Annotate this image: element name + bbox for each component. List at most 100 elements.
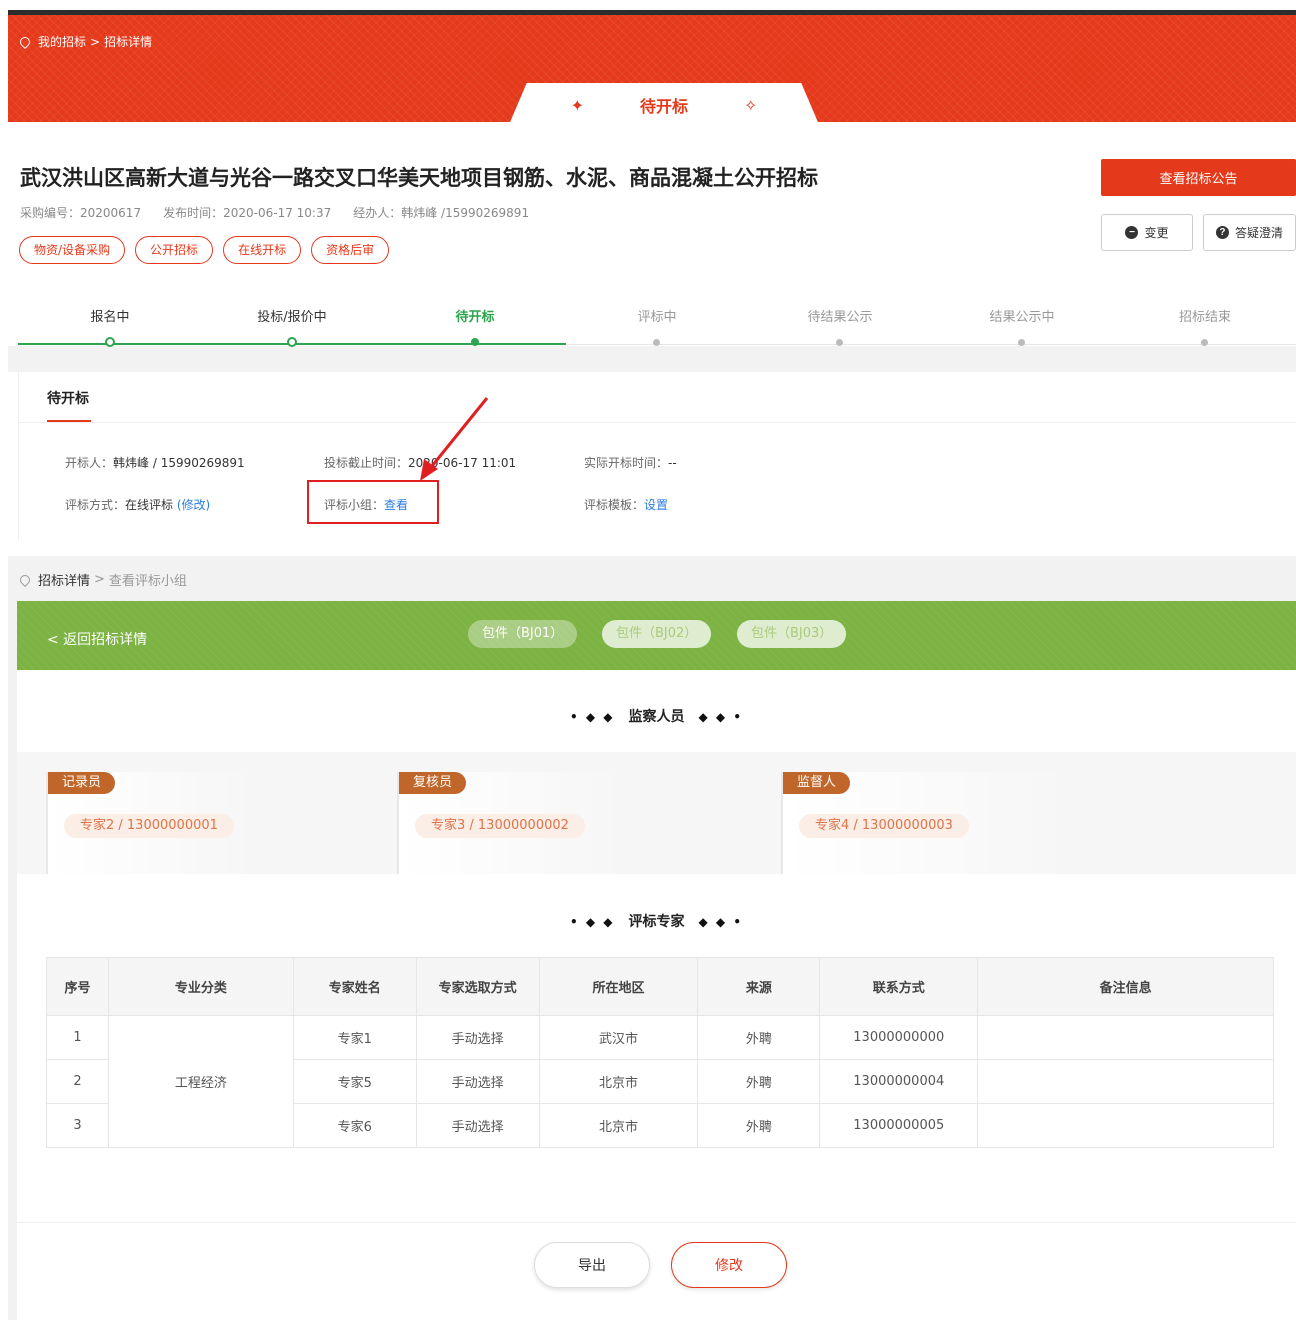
back-to-detail-link[interactable]: < 返回招标详情	[47, 629, 147, 649]
breadcrumb-lower: 招标详情 > 查看评标小组	[17, 570, 187, 589]
tag: 在线开标	[223, 236, 302, 264]
export-button[interactable]: 导出	[534, 1242, 650, 1288]
cell-phone: 13000000005	[819, 1103, 979, 1148]
supervision-heading: • ◆ ◆ 监察人员 ◆ ◆ •	[570, 709, 743, 725]
cell-source: 外聘	[697, 1015, 821, 1060]
cell-method: 手动选择	[415, 1059, 540, 1104]
evaluation-group-panel: • ◆ ◆ 监察人员 ◆ ◆ • 记录员 专家2 / 13000000001 复核员…	[17, 670, 1296, 1320]
column-header: 备注信息	[977, 957, 1274, 1016]
breadcrumb-my-tenders[interactable]: 我的招标	[38, 33, 86, 50]
step-result-public: 结果公示中	[932, 306, 1112, 346]
role-person: 专家2 / 13000000001	[64, 814, 234, 838]
purchase-number: 采购编号：20200617	[20, 206, 142, 220]
view-notice-button[interactable]: 查看招标公告	[1101, 159, 1296, 196]
edit-button[interactable]: 修改	[671, 1242, 787, 1288]
sparkle-icon: ✧	[744, 95, 758, 115]
diamond-decor-icon: • ◆ ◆	[570, 915, 615, 929]
step-pending-opening: 待开标	[385, 306, 565, 346]
role-supervisor: 监督人 专家4 / 13000000003	[781, 772, 1271, 874]
handler: 经办人：韩炜峰 /15990269891	[353, 206, 530, 220]
breadcrumb-separator: >	[90, 34, 101, 49]
change-label: 变更	[1144, 226, 1169, 240]
tag: 物资/设备采购	[19, 236, 126, 264]
role-reviewer: 复核员 专家3 / 13000000002	[397, 772, 780, 874]
annotation-arrow-icon	[420, 397, 489, 481]
step-pending-result: 待结果公示	[750, 306, 930, 346]
set-template-link[interactable]: 设置	[644, 498, 668, 512]
breadcrumb-current: 招标详情	[104, 35, 153, 49]
cell-phone: 13000000004	[819, 1059, 979, 1104]
supervision-roles: 记录员 专家2 / 13000000001 复核员 专家3 / 13000000…	[17, 752, 1296, 874]
cell-region: 武汉市	[538, 1015, 699, 1060]
step-finished: 招标结束	[1115, 306, 1295, 346]
cell-method: 手动选择	[415, 1103, 540, 1148]
role-tag: 复核员	[399, 772, 467, 794]
table-row: 1 工程经济 专家1 手动选择 武汉市 外聘 13000000000	[46, 1015, 1274, 1148]
role-recorder: 记录员 专家2 / 13000000001	[46, 772, 396, 874]
breadcrumb-current: 查看评标小组	[108, 574, 187, 589]
status-label: 待开标	[639, 97, 688, 116]
footer-divider	[17, 1222, 1296, 1223]
package-tab-bj01[interactable]: 包件（BJ01）	[468, 620, 578, 648]
column-header: 序号	[46, 957, 109, 1016]
card-title: 待开标	[47, 391, 89, 407]
evaluation-template-info: 评标模板：设置	[584, 498, 669, 512]
cell-note	[977, 1015, 1274, 1060]
actual-opening-info: 实际开标时间：--	[584, 456, 677, 470]
cell-name: 专家6	[292, 1103, 417, 1148]
experts-table: 序号 专业分类 专家姓名 专家选取方式 所在地区 来源 联系方式 备注信息 1 …	[46, 957, 1274, 1148]
cell-note	[977, 1103, 1274, 1148]
breadcrumb-separator: >	[94, 572, 105, 587]
opener-info: 开标人：韩炜峰 / 15990269891	[65, 456, 245, 470]
package-bar: < 返回招标详情 包件（BJ01） 包件（BJ02） 包件（BJ03）	[17, 601, 1296, 670]
project-title: 武汉洪山区高新大道与光谷一路交叉口华美天地项目钢筋、水泥、商品混凝土公开招标	[20, 166, 818, 190]
cell-phone: 13000000000	[819, 1015, 979, 1060]
diamond-decor-icon: • ◆ ◆	[570, 710, 615, 724]
breadcrumb: 我的招标 > 招标详情	[17, 33, 153, 50]
column-header: 专家姓名	[292, 957, 417, 1016]
tag: 资格后审	[311, 236, 390, 264]
location-pin-icon	[17, 572, 33, 587]
card-divider	[19, 422, 1296, 423]
publish-time: 发布时间：2020-06-17 10:37	[163, 206, 332, 220]
column-header: 来源	[697, 957, 821, 1016]
cell-region: 北京市	[538, 1103, 699, 1148]
opening-info-card: 待开标 开标人：韩炜峰 / 15990269891 投标截止时间：2020-06…	[18, 372, 1296, 540]
location-pin-icon	[17, 34, 33, 49]
cell-name: 专家5	[292, 1059, 417, 1104]
sparkle-icon: ✦	[570, 95, 584, 115]
package-tab-bj03[interactable]: 包件（BJ03）	[737, 620, 847, 648]
cell-source: 外聘	[697, 1059, 821, 1104]
cell-name: 专家1	[292, 1015, 417, 1060]
column-header: 联系方式	[819, 957, 979, 1016]
change-button[interactable]: − 变更	[1101, 214, 1193, 251]
step-signup: 报名中	[20, 306, 200, 347]
qa-button[interactable]: ? 答疑澄清	[1203, 214, 1296, 251]
tag: 公开招标	[135, 236, 214, 264]
role-person: 专家3 / 13000000002	[415, 814, 585, 838]
column-header: 专业分类	[107, 957, 294, 1016]
breadcrumb-tender-detail[interactable]: 招标详情	[38, 570, 90, 589]
step-bidding: 投标/报价中	[202, 306, 382, 347]
progress-steps: 报名中 投标/报价中 待开标 评标中 待结果公示 结果公示中 招标结束	[18, 306, 1296, 356]
column-header: 所在地区	[538, 957, 699, 1016]
cell-note	[977, 1059, 1274, 1104]
cell-method: 手动选择	[415, 1015, 540, 1060]
role-tag: 记录员	[48, 772, 116, 794]
package-tab-bj02[interactable]: 包件（BJ02）	[602, 620, 712, 648]
diamond-decor-icon: ◆ ◆ •	[698, 710, 743, 724]
role-tag: 监督人	[783, 772, 851, 794]
role-person: 专家4 / 13000000003	[799, 814, 969, 838]
experts-heading: • ◆ ◆ 评标专家 ◆ ◆ •	[570, 914, 743, 930]
qa-label: 答疑澄清	[1234, 226, 1283, 240]
top-banner: 我的招标 > 招标详情 ✦ 待开标 ✧	[8, 10, 1296, 127]
question-circle-icon: ?	[1215, 226, 1229, 239]
diamond-decor-icon: ◆ ◆ •	[698, 915, 743, 929]
step-evaluating: 评标中	[567, 306, 747, 346]
progress-line-todo	[566, 344, 1296, 345]
edit-method-link[interactable]: (修改)	[177, 498, 210, 512]
column-header: 专家选取方式	[415, 957, 540, 1016]
project-meta: 采购编号：20200617 发布时间：2020-06-17 10:37 经办人：…	[20, 204, 529, 221]
cell-region: 北京市	[538, 1059, 699, 1104]
cell-no: 3	[46, 1103, 109, 1148]
